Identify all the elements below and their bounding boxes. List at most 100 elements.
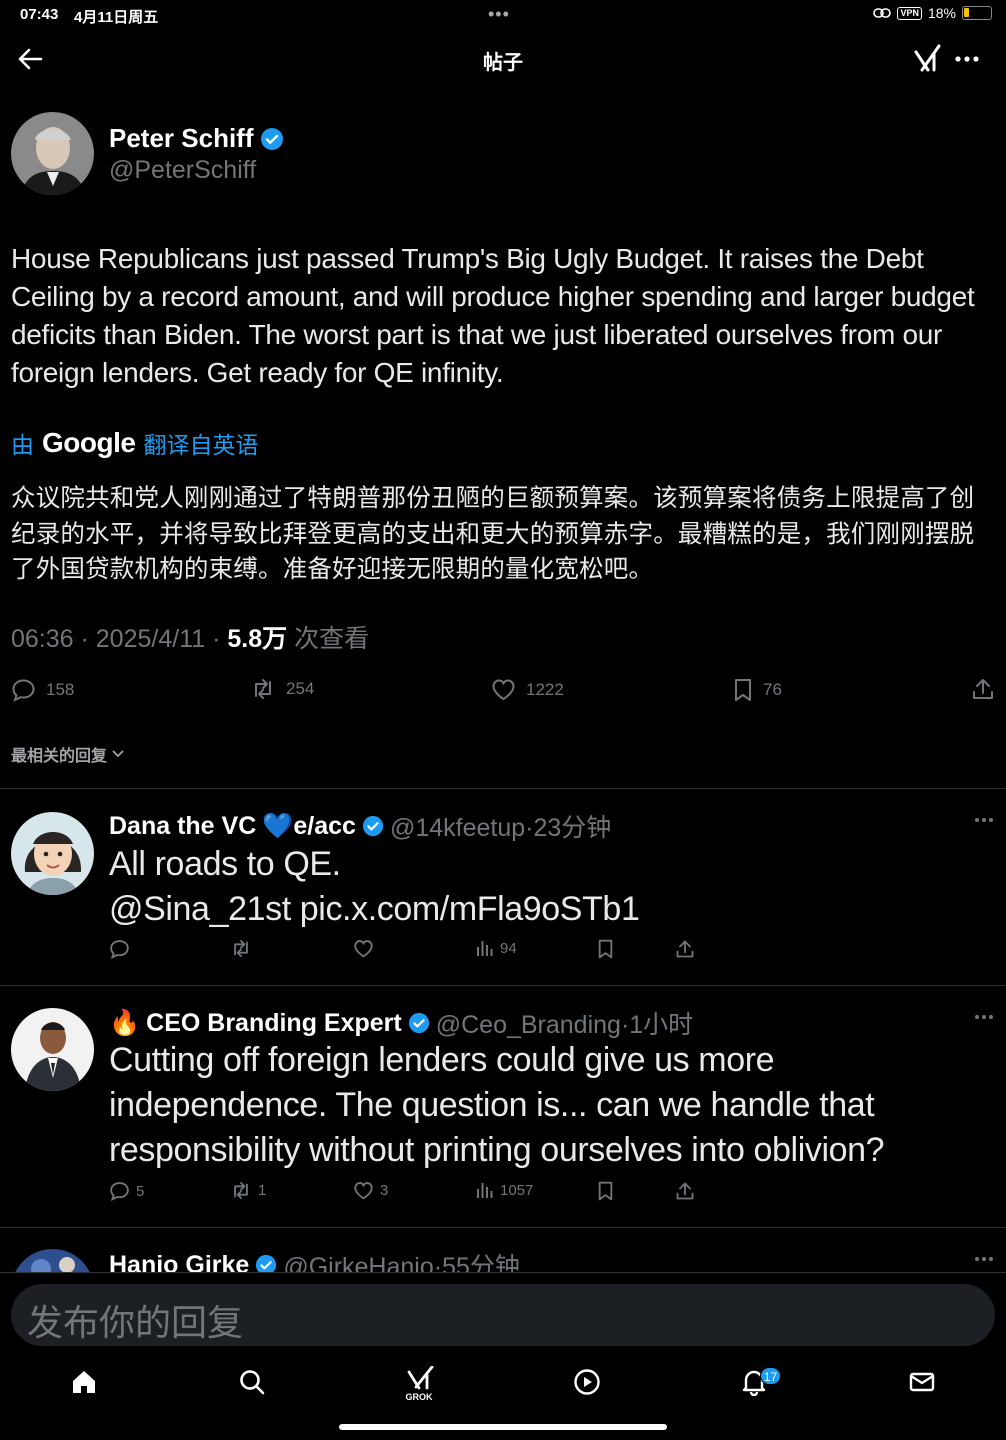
reply-handle-time[interactable]: @Ceo_Branding·1小时: [436, 1005, 693, 1041]
google-logo: Google: [42, 427, 136, 458]
like-count: 1222: [526, 679, 564, 699]
tab-grok[interactable]: GROK: [402, 1366, 436, 1402]
status-time: 07:43: [20, 6, 59, 23]
grok-icon: [407, 1366, 434, 1390]
author-name-row[interactable]: Peter Schiff: [109, 123, 284, 154]
repost-icon: [234, 939, 248, 958]
comment-icon: [12, 679, 35, 702]
grok-button[interactable]: [912, 44, 942, 74]
tab-home[interactable]: [70, 1368, 98, 1396]
reply-actions: 5 1 3 1057: [0, 1181, 1006, 1205]
reply-reply-button[interactable]: [109, 939, 130, 959]
reply-header: Dana the VC 💙e/acc @14kfeetup·23分钟: [109, 808, 611, 844]
home-indicator[interactable]: [339, 1424, 667, 1430]
portrait-avatar-icon: [11, 1008, 94, 1091]
reply-item[interactable]: 🔥 CEO Branding Expert @Ceo_Branding·1小时 …: [0, 986, 1006, 1226]
search-icon: [240, 1370, 265, 1395]
analytics-icon: [477, 941, 493, 956]
heart-icon: [354, 1182, 373, 1200]
reply-header: Hanjo Girke @GirkeHanjo·55分钟: [109, 1247, 520, 1272]
reply-share-button[interactable]: [675, 939, 695, 959]
more-horizontal-icon: [975, 1257, 993, 1261]
reply-handle-time[interactable]: @GirkeHanjo·55分钟: [283, 1247, 520, 1272]
cartoon-avatar-icon: [11, 812, 94, 895]
translate-label: 翻译自英语: [143, 432, 259, 458]
share-icon: [676, 1182, 694, 1200]
notification-badge: 17: [760, 1367, 781, 1385]
reply-repost-count: 1: [258, 1182, 267, 1199]
battery-icon: [962, 6, 992, 20]
more-options-button[interactable]: [954, 48, 980, 70]
reply-text: Cutting off foreign lenders could give u…: [109, 1041, 885, 1169]
comment-icon: [110, 940, 129, 959]
heart-icon: [354, 940, 373, 958]
reply-actions: 94: [0, 939, 1006, 963]
more-horizontal-icon: [955, 56, 979, 62]
reply-compose-input[interactable]: 发布你的回复: [11, 1284, 995, 1346]
reply-reply-button[interactable]: 5: [109, 1181, 144, 1201]
reply-repost-button[interactable]: 1: [230, 1181, 266, 1200]
repost-button[interactable]: 254: [250, 678, 314, 700]
reply-author-name-prefix: 🔥: [109, 1008, 141, 1037]
reply-author-name[interactable]: Hanjo Girke: [109, 1251, 249, 1273]
grok-icon: [914, 44, 941, 72]
reply-views-button[interactable]: 1057: [476, 1181, 533, 1199]
tab-search[interactable]: [238, 1368, 266, 1396]
reply-item[interactable]: Dana the VC 💙e/acc @14kfeetup·23分钟 All r…: [0, 789, 1006, 985]
author-name: Peter Schiff: [109, 123, 254, 153]
bookmark-count: 76: [763, 680, 782, 699]
post-meta: 06:36 · 2025/4/11 · 5.8万 次查看: [11, 619, 369, 655]
reply-more-button[interactable]: [974, 1252, 994, 1266]
reply-reply-count: 5: [136, 1182, 145, 1200]
verified-badge-icon: [256, 1254, 277, 1272]
reply-button[interactable]: 158: [11, 678, 74, 702]
reply-avatar[interactable]: [11, 1249, 94, 1272]
link-icon: [873, 8, 892, 18]
repost-icon: [255, 679, 271, 699]
reply-count: 158: [46, 680, 75, 699]
view-count: 5.8万: [227, 625, 288, 653]
reply-link[interactable]: @Sina_21st pic.x.com/mFla9oSTb1: [109, 887, 989, 932]
sort-label: 最相关的回复: [11, 748, 108, 765]
bookmark-button[interactable]: 76: [733, 678, 782, 702]
status-right: VPN 18%: [873, 5, 992, 21]
reply-avatar[interactable]: [11, 1008, 94, 1091]
author-handle[interactable]: @PeterSchiff: [109, 156, 256, 185]
vpn-badge: VPN: [897, 6, 922, 20]
reply-like-count: 3: [380, 1182, 389, 1199]
reply-bookmark-button[interactable]: [597, 939, 614, 959]
play-circle-icon: [574, 1369, 600, 1395]
reply-views-button[interactable]: 94: [476, 939, 517, 957]
reply-avatar[interactable]: [11, 812, 94, 895]
photo-avatar-icon: [11, 1249, 94, 1272]
comment-icon: [110, 1182, 129, 1201]
more-horizontal-icon: [975, 1015, 993, 1019]
bookmark-icon: [735, 679, 751, 701]
tab-messages[interactable]: [908, 1368, 936, 1396]
reply-handle-time[interactable]: @14kfeetup·23分钟: [390, 808, 611, 844]
sort-replies-dropdown[interactable]: 最相关的回复: [11, 742, 125, 766]
reply-repost-button[interactable]: [230, 939, 252, 958]
reply-bookmark-button[interactable]: [597, 1181, 614, 1201]
multitask-dots-icon[interactable]: •••: [488, 4, 510, 25]
post-timestamp: 06:36 · 2025/4/11 ·: [11, 625, 228, 653]
share-button[interactable]: [971, 677, 995, 701]
reply-like-button[interactable]: [353, 939, 374, 958]
view-label: 次查看: [287, 625, 370, 653]
like-button[interactable]: 1222: [491, 678, 564, 701]
reply-author-name[interactable]: CEO Branding Expert: [146, 1009, 402, 1038]
translation-attribution[interactable]: 由 Google 翻译自英语: [11, 426, 258, 460]
tab-video[interactable]: [573, 1368, 601, 1396]
reply-item[interactable]: Hanjo Girke @GirkeHanjo·55分钟: [0, 1228, 1006, 1272]
page-title: 帖子: [483, 52, 523, 74]
reply-more-button[interactable]: [974, 813, 994, 827]
author-avatar[interactable]: [11, 112, 94, 195]
reply-share-button[interactable]: [675, 1181, 695, 1201]
reply-more-button[interactable]: [974, 1010, 994, 1024]
share-icon: [973, 679, 993, 699]
reply-like-button[interactable]: 3: [353, 1181, 388, 1200]
battery-percent: 18%: [927, 5, 956, 21]
more-horizontal-icon: [975, 818, 993, 822]
reply-author-name[interactable]: Dana the VC: [109, 812, 256, 841]
reply-view-count: 94: [500, 939, 517, 957]
